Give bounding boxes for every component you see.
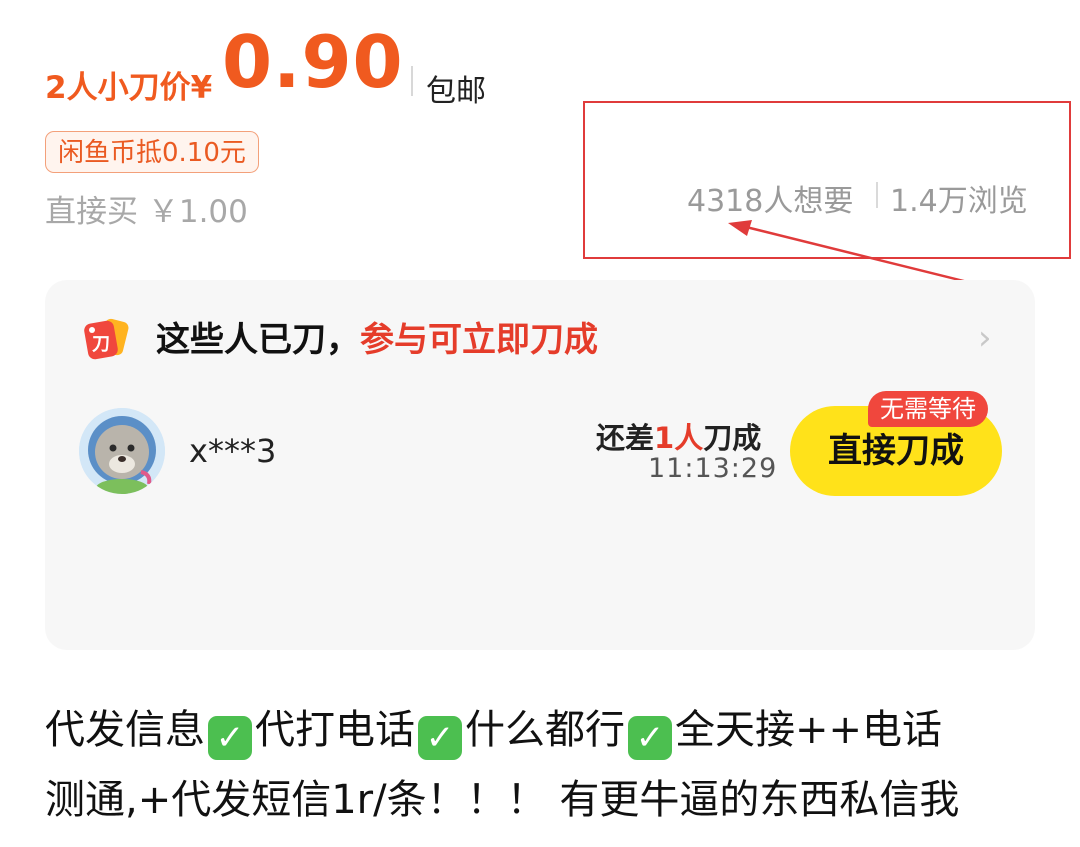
no-wait-badge: 无需等待 <box>868 391 988 427</box>
knife-tag-icon: 刀 <box>84 318 129 360</box>
desc-segment: 代发信息 <box>45 707 205 753</box>
price-amount: 0.90 <box>222 20 404 104</box>
annotation-box <box>583 101 1071 259</box>
card-title-main: 这些人已刀， <box>156 320 360 360</box>
desc-segment: 什么都行 <box>465 707 625 753</box>
check-mark-icon: ✓ <box>208 716 252 760</box>
card-title-highlight: 参与可立即刀成 <box>360 320 598 360</box>
username: x***3 <box>189 432 277 470</box>
coin-discount-badge: 闲鱼币抵0.10元 <box>45 131 259 173</box>
chevron-right-icon[interactable]: › <box>978 318 992 358</box>
svg-text:刀: 刀 <box>92 334 110 355</box>
bargain-card-title: 这些人已刀，参与可立即刀成 <box>156 312 598 361</box>
need-prefix: 还差 <box>596 421 655 455</box>
price-label: 2人小刀价¥ <box>45 70 213 106</box>
direct-buy-price: 直接买 ￥1.00 <box>45 194 248 230</box>
check-mark-icon: ✓ <box>628 716 672 760</box>
price-divider <box>411 66 413 96</box>
need-count: 1人 <box>654 421 704 455</box>
desc-segment: 代打电话 <box>255 707 415 753</box>
countdown-timer: 11:13:29 <box>648 453 778 484</box>
desc-segment: 全天接++电话 <box>675 707 943 753</box>
description-line-2: 测通,+代发短信1r/条！！！ 有更牛逼的东西私信我 <box>45 777 960 823</box>
shipping-label: 包邮 <box>426 74 486 109</box>
item-description: 代发信息 ✓ 代打电话 ✓ 什么都行 ✓ 全天接++电话 测通,+代发短信1r/条！！！ 有… <box>45 695 1045 835</box>
remaining-needed: 还差1人刀成 <box>596 415 761 457</box>
description-line-1: 代发信息 ✓ 代打电话 ✓ 什么都行 ✓ 全天接++电话 <box>45 695 1045 765</box>
need-suffix: 刀成 <box>703 421 762 455</box>
avatar[interactable] <box>79 408 165 494</box>
check-mark-icon: ✓ <box>418 716 462 760</box>
